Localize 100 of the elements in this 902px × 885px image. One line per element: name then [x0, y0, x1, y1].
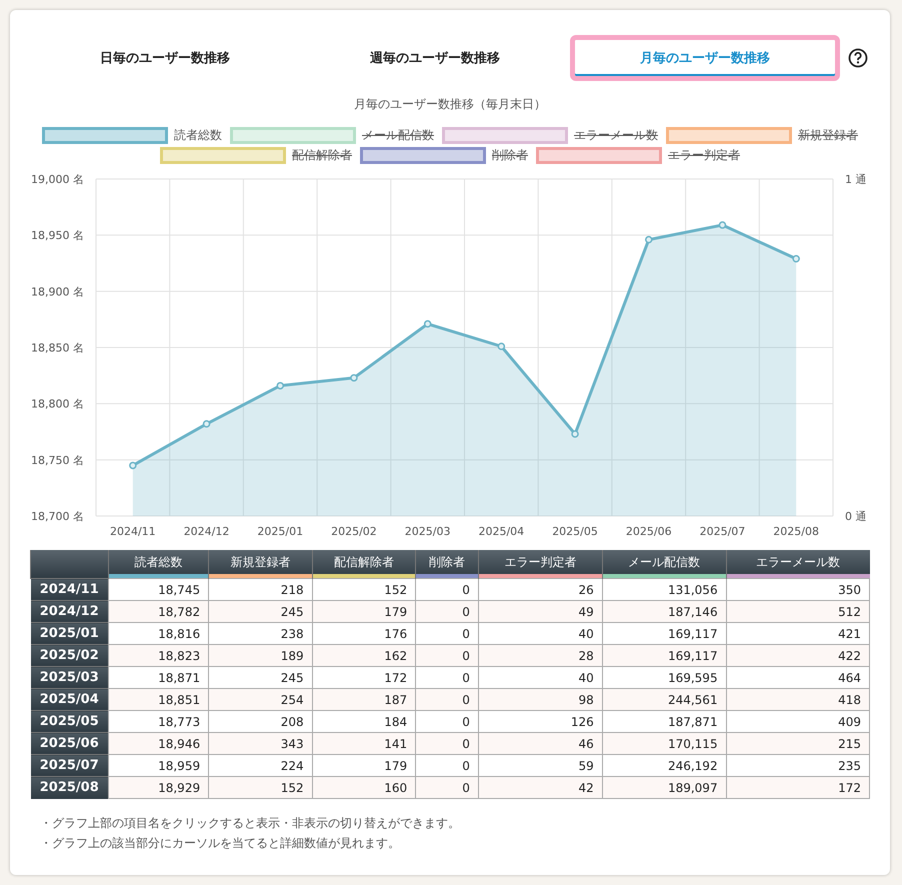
note-text: ・グラフ上部の項目名をクリックすると表示・非表示の切り替えができます。 — [40, 815, 461, 832]
table-cell: 18,929 — [108, 776, 209, 798]
chart-title: 月毎のユーザー数推移（毎月末日） — [353, 96, 547, 113]
data-point[interactable] — [129, 462, 137, 470]
table-cell: 26 — [478, 578, 602, 600]
table-cell: 18,773 — [108, 710, 209, 732]
table-cell: 244,561 — [602, 688, 726, 710]
tab[interactable]: 週毎のユーザー数推移 — [300, 35, 570, 81]
row-header: 2025/03 — [30, 666, 108, 688]
axis-label: 2025/07 — [700, 525, 746, 538]
row-header: 2025/01 — [30, 622, 108, 644]
table-cell: 18,816 — [108, 622, 209, 644]
table-cell: 350 — [726, 578, 870, 600]
column-header: 配信解除者 — [332, 554, 395, 571]
table-cell: 179 — [312, 600, 416, 622]
table-cell: 42 — [478, 776, 602, 798]
row-header: 2024/11 — [30, 578, 108, 600]
table-cell: 245 — [208, 600, 312, 622]
table-cell: 126 — [478, 710, 602, 732]
table-cell: 172 — [312, 666, 416, 688]
table-cell: 152 — [312, 578, 416, 600]
table-cell: 208 — [208, 710, 312, 732]
legend-item[interactable]: 削除者 — [360, 147, 528, 164]
data-point[interactable] — [498, 342, 506, 350]
axis-label: 2025/04 — [478, 525, 524, 538]
table-cell: 512 — [726, 600, 870, 622]
axis-label: 18,800 名 — [31, 398, 84, 411]
table-cell: 184 — [312, 710, 416, 732]
table-cell: 172 — [726, 776, 870, 798]
table-cell: 464 — [726, 666, 870, 688]
row-header: 2024/12 — [30, 600, 108, 622]
table-cell: 59 — [478, 754, 602, 776]
axis-label: 18,750 名 — [31, 454, 84, 467]
table-cell: 18,946 — [108, 732, 209, 754]
legend-item[interactable]: 読者総数 — [42, 127, 222, 144]
axis-label: 2024/11 — [110, 525, 156, 538]
table-cell: 18,782 — [108, 600, 209, 622]
table-cell: 187 — [312, 688, 416, 710]
data-point[interactable] — [718, 221, 726, 229]
table-cell: 0 — [416, 600, 478, 622]
axis-label: 2024/12 — [184, 525, 230, 538]
table-cell: 254 — [208, 688, 312, 710]
data-point[interactable] — [645, 236, 652, 244]
column-header: エラーメール数 — [755, 554, 842, 571]
table-cell: 18,823 — [108, 644, 209, 666]
axis-label: 0 通 — [845, 510, 866, 523]
table-cell: 218 — [208, 578, 312, 600]
axis-label: 1 通 — [845, 173, 866, 186]
tab[interactable]: 月毎のユーザー数推移 — [570, 35, 840, 81]
table-cell: 224 — [208, 754, 312, 776]
table-cell: 189,097 — [602, 776, 726, 798]
row-header: 2025/07 — [30, 754, 108, 776]
table-cell: 152 — [208, 776, 312, 798]
data-point[interactable] — [424, 320, 432, 328]
axis-label: 2025/03 — [404, 525, 450, 538]
legend-item[interactable]: エラー判定者 — [536, 147, 740, 164]
table-cell: 0 — [416, 666, 478, 688]
table-cell: 40 — [478, 666, 602, 688]
legend-item[interactable]: 新規登録者 — [666, 127, 858, 144]
table-cell: 189 — [208, 644, 312, 666]
help-icon[interactable] — [848, 48, 868, 68]
table-cell: 422 — [726, 644, 870, 666]
legend-item[interactable]: メール配信数 — [230, 127, 434, 144]
column-header: 読者総数 — [134, 554, 184, 571]
column-header: 削除者 — [428, 554, 466, 571]
table-cell: 131,056 — [602, 578, 726, 600]
table-cell: 18,745 — [108, 578, 209, 600]
table-cell: 0 — [416, 688, 478, 710]
table-cell: 238 — [208, 622, 312, 644]
table-cell: 418 — [726, 688, 870, 710]
legend-item[interactable]: 配信解除者 — [160, 147, 352, 164]
row-header: 2025/08 — [30, 776, 108, 798]
data-point[interactable] — [276, 382, 284, 390]
data-point[interactable] — [792, 255, 800, 262]
table-cell: 245 — [208, 666, 312, 688]
table-cell: 28 — [478, 644, 602, 666]
axis-label: 19,000 名 — [31, 173, 84, 186]
legend-item[interactable]: エラーメール数 — [442, 127, 658, 144]
table-cell: 170,115 — [602, 732, 726, 754]
table-cell: 18,851 — [108, 688, 209, 710]
table-cell: 169,595 — [602, 666, 726, 688]
table-cell: 169,117 — [602, 622, 726, 644]
table-cell: 0 — [416, 732, 478, 754]
table-cell: 176 — [312, 622, 416, 644]
table-cell: 98 — [478, 688, 602, 710]
data-point[interactable] — [202, 420, 210, 428]
data-point[interactable] — [350, 374, 358, 382]
data-point[interactable] — [571, 430, 579, 438]
table-cell: 246,192 — [602, 754, 726, 776]
tab[interactable]: 日毎のユーザー数推移 — [30, 35, 300, 81]
column-header: メール配信数 — [627, 554, 702, 571]
column-header: エラー判定者 — [503, 554, 578, 571]
table-cell: 162 — [312, 644, 416, 666]
table-cell: 18,871 — [108, 666, 209, 688]
table-cell: 215 — [726, 732, 870, 754]
table-cell: 0 — [416, 754, 478, 776]
axis-label: 2025/08 — [773, 525, 819, 538]
axis-label: 18,850 名 — [31, 342, 84, 354]
table-cell: 18,959 — [108, 754, 209, 776]
axis-label: 2025/06 — [626, 525, 672, 538]
